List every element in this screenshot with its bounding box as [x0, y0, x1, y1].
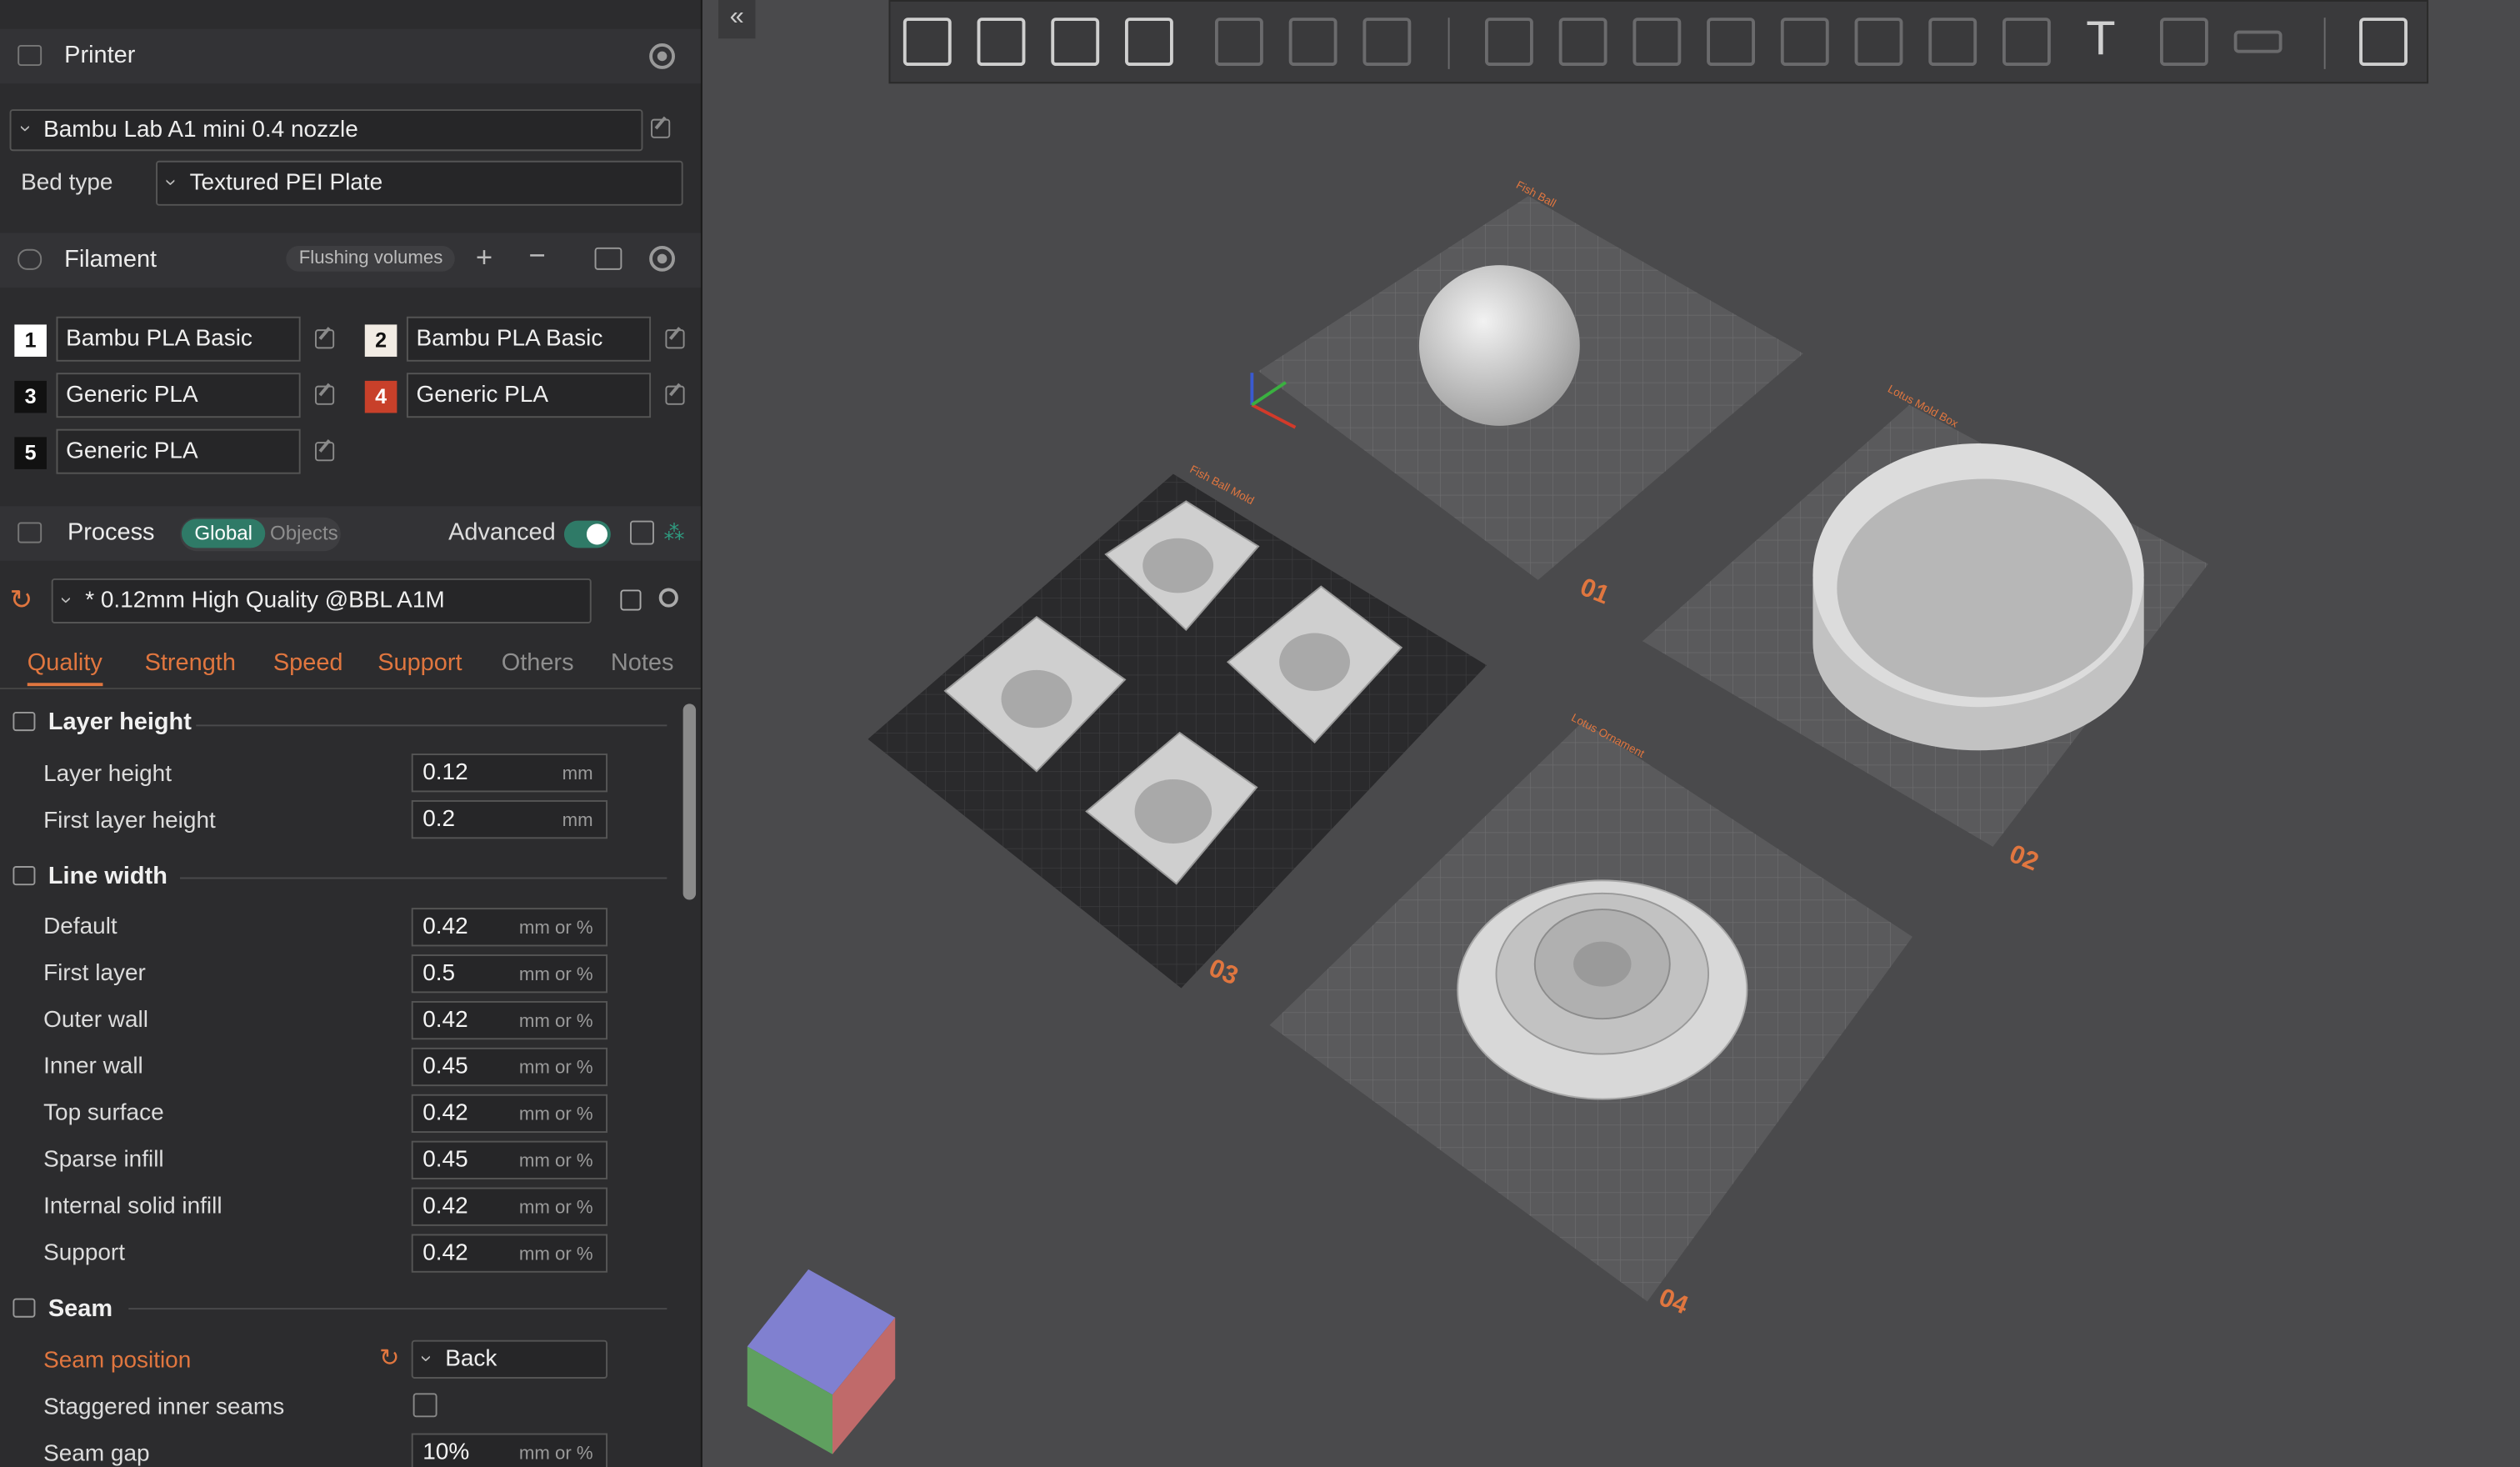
navigation-cube[interactable] — [747, 1269, 896, 1454]
fish-ball-model[interactable] — [1418, 265, 1580, 426]
lotus-ornament-model[interactable] — [1457, 879, 1748, 1100]
build-plates-scene — [747, 196, 2208, 1454]
plate-01[interactable] — [1250, 196, 1803, 580]
plate-02[interactable] — [1642, 404, 2208, 847]
3d-viewport: « T 01 Fish Ball 02 Lotus Mold Box 03 Fi… — [0, 0, 2520, 1467]
plate-04[interactable] — [1269, 721, 1912, 1302]
